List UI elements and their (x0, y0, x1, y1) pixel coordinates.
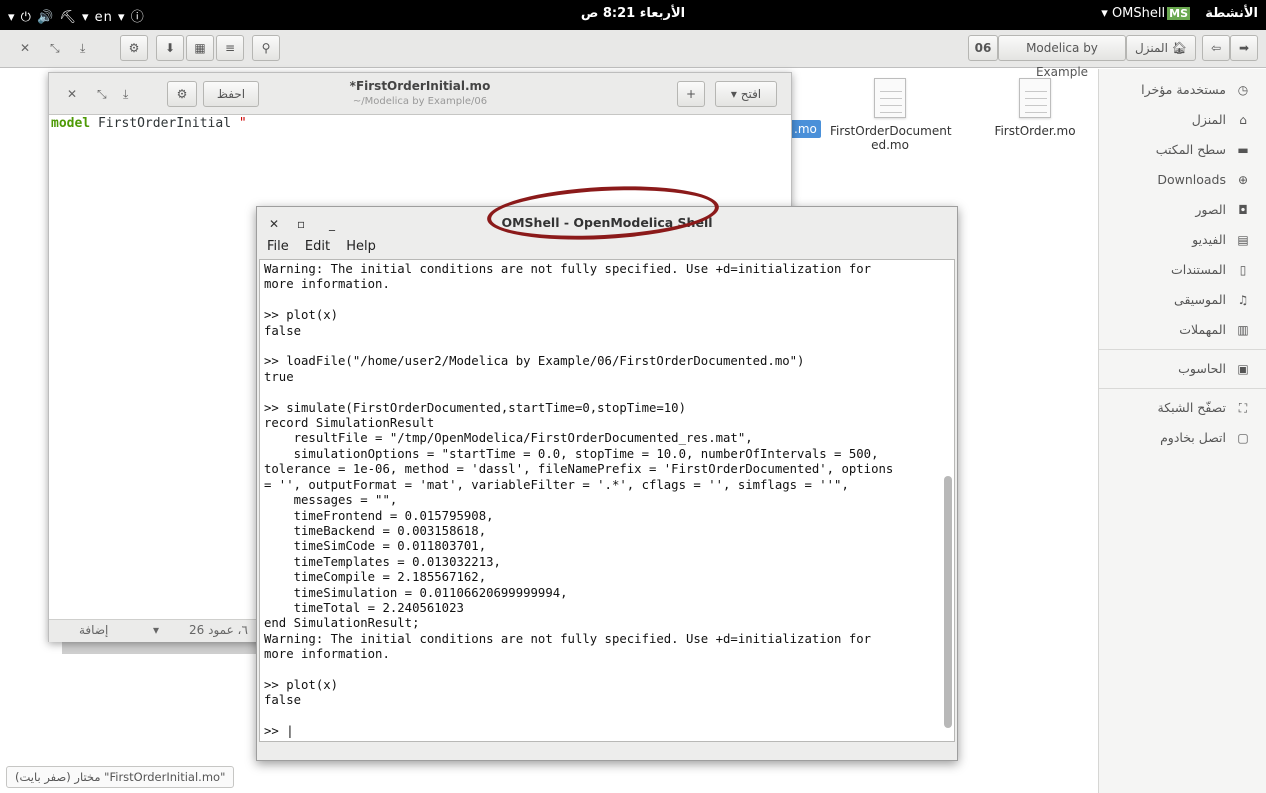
menu-edit[interactable]: Edit (305, 239, 330, 254)
top-bar: ▾ ⏻ 🔊 ⛏ ▾ en ▾ ⓘ الأربعاء 8:21 ص ▾ OMShe… (0, 0, 1266, 30)
file-item[interactable]: FirstOrder.mo (990, 78, 1080, 138)
document-icon: ▯ (1239, 263, 1247, 277)
editor-text-area[interactable]: model FirstOrderInitial " (51, 116, 247, 131)
search-icon[interactable]: ⚲ (252, 35, 280, 61)
close-icon[interactable]: ✕ (20, 35, 30, 61)
desktop-icon: ▬ (1237, 143, 1249, 157)
omshell-window: ✕ ▫ _ OMShell - OpenModelica Shell File … (256, 180, 958, 761)
sidebar-item-label: مستخدمة مؤخرا (1141, 82, 1226, 97)
path-segment-modelica[interactable]: Modelica by Example (998, 35, 1126, 79)
menu-help[interactable]: Help (346, 239, 376, 254)
sidebar-item-trash[interactable]: ▥ المهملات (1099, 315, 1266, 345)
sidebar-item-label: المنزل (1191, 112, 1226, 127)
sidebar-item-label: Downloads (1157, 172, 1226, 187)
insert-mode-label[interactable]: إضافة (79, 617, 108, 643)
sidebar-item-documents[interactable]: ▯ المستندات (1099, 255, 1266, 285)
file-manager-toolbar: ✕ ⤡ ⤓ ⚙ ⬇ ▦ ≡ ⚲ 06 Modelica by Example 🏠… (0, 30, 1266, 79)
sidebar-item-label: الصور (1195, 202, 1226, 217)
omshell-menubar: File Edit Help (267, 239, 388, 254)
file-name: FirstOrderDocument ed.mo (830, 124, 952, 152)
sidebar-item-label: الموسيقى (1174, 292, 1226, 307)
trash-icon: ▥ (1237, 323, 1249, 337)
gear-icon[interactable]: ⚙ (120, 35, 148, 61)
sidebar-item-label: اتصل بخادوم (1160, 430, 1226, 445)
sidebar-item-recent[interactable]: ◷ مستخدمة مؤخرا (1099, 75, 1266, 105)
sidebar-item-connect-server[interactable]: ▢ اتصل بخادوم (1099, 423, 1266, 453)
sidebar-item-home[interactable]: ⌂ المنزل (1099, 105, 1266, 135)
list-view-icon[interactable]: ≡ (216, 35, 244, 61)
sidebar-item-pictures[interactable]: ◘ الصور (1099, 195, 1266, 225)
omshell-console[interactable]: Warning: The initial conditions are not … (259, 259, 955, 742)
computer-icon: ▣ (1237, 362, 1249, 376)
sidebar-item-music[interactable]: ♫ الموسيقى (1099, 285, 1266, 315)
back-icon[interactable]: ⇦ (1202, 35, 1230, 61)
download-icon[interactable]: ⬇ (156, 35, 184, 61)
minimize-icon[interactable]: ⤓ (80, 35, 85, 61)
app-menu[interactable]: ▾ OMShell MS (1101, 6, 1190, 21)
scrollbar-thumb[interactable] (944, 476, 952, 728)
forward-icon[interactable]: ➡ (1230, 35, 1258, 61)
code-string: " (238, 116, 247, 131)
sidebar-item-label: الحاسوب (1178, 361, 1226, 376)
film-icon: ▤ (1237, 233, 1249, 247)
places-sidebar: ◷ مستخدمة مؤخرا ⌂ المنزل ▬ سطح المكتب ⊕ Down… (1098, 69, 1266, 793)
sidebar-item-label: تصفّح الشبكة (1157, 400, 1227, 415)
sidebar-item-label: سطح المكتب (1155, 142, 1226, 157)
document-icon (874, 78, 906, 118)
code-identifier: FirstOrderInitial (90, 116, 239, 131)
path-segment-06[interactable]: 06 (968, 35, 998, 61)
file-item[interactable]: FirstOrderDocument ed.mo (830, 78, 952, 152)
code-keyword: model (51, 116, 91, 131)
new-tab-button[interactable]: + (677, 81, 705, 107)
activities-button[interactable]: الأنشطة (1205, 6, 1258, 21)
sidebar-item-desktop[interactable]: ▬ سطح المكتب (1099, 135, 1266, 165)
sidebar-item-label: المستندات (1170, 262, 1226, 277)
server-icon: ▢ (1237, 431, 1249, 445)
editor-header-bar: ✕ ⤡ ⤓ ⚙ احفظ *FirstOrderInitial.mo ~/Mod… (49, 73, 791, 115)
restore-icon[interactable]: ⤡ (50, 35, 60, 61)
download-icon: ⊕ (1237, 173, 1249, 187)
sidebar-item-computer[interactable]: ▣ الحاسوب (1099, 354, 1266, 384)
file-name: FirstOrder.mo (994, 124, 1076, 138)
clock[interactable]: الأربعاء 8:21 ص (0, 6, 1266, 21)
console-output: Warning: The initial conditions are not … (264, 262, 894, 739)
path-home-label: المنزل (1135, 41, 1168, 55)
camera-icon: ◘ (1238, 203, 1248, 217)
sidebar-divider (1099, 388, 1266, 389)
document-icon (1019, 78, 1051, 118)
sidebar-item-label: المهملات (1179, 322, 1226, 337)
home-icon: ⌂ (1239, 113, 1247, 127)
selected-file-label[interactable]: .mo (790, 120, 821, 138)
clock-icon: ◷ (1237, 83, 1249, 97)
sidebar-divider (1099, 349, 1266, 350)
music-icon: ♫ (1237, 293, 1249, 307)
app-name: OMShell (1111, 6, 1166, 21)
path-segment-home[interactable]: 🏠︎ المنزل (1126, 35, 1196, 61)
network-icon: ⛶ (1238, 401, 1248, 415)
grid-view-icon[interactable]: ▦ (186, 35, 214, 61)
sidebar-item-videos[interactable]: ▤ الفيديو (1099, 225, 1266, 255)
cursor-position[interactable]: ٦، عمود 26 (189, 617, 248, 643)
console-scrollbar[interactable] (942, 262, 952, 739)
sidebar-item-network[interactable]: ⛶ تصفّح الشبكة (1099, 393, 1266, 423)
sidebar-item-label: الفيديو (1192, 232, 1226, 247)
chevron-down-icon: ▾ (730, 87, 737, 101)
menu-file[interactable]: File (267, 239, 289, 254)
sidebar-item-downloads[interactable]: ⊕ Downloads (1099, 165, 1266, 195)
chevron-down-icon[interactable]: ▾ (153, 617, 159, 643)
open-label: افتح (740, 87, 762, 101)
home-icon: 🏠︎ (1171, 41, 1187, 55)
app-icon: MS (1167, 7, 1190, 20)
open-button[interactable]: افتح ▾ (715, 81, 777, 107)
selection-status: "FirstOrderInitial.mo" مختار (صفر بايت) (6, 766, 235, 788)
omshell-titlebar: ✕ ▫ _ OMShell - OpenModelica Shell (257, 180, 957, 246)
